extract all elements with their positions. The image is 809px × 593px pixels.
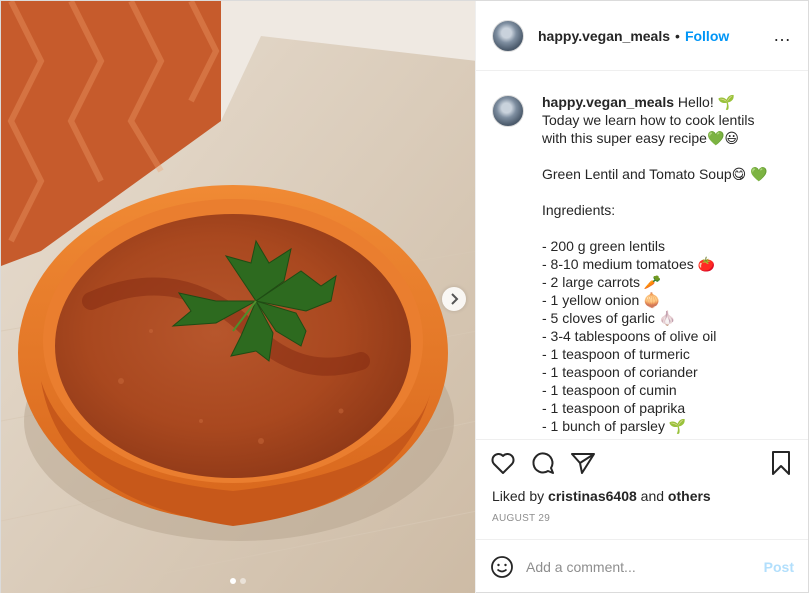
post-panel: happy.vegan_meals • Follow … happy.vegan… bbox=[475, 1, 808, 593]
caption-username-link[interactable]: happy.vegan_meals bbox=[542, 94, 674, 110]
caption-text: Hello! 🌱 bbox=[677, 94, 736, 110]
emoji-icon[interactable] bbox=[490, 555, 514, 579]
caption-line: - 1 yellow onion 🧅 bbox=[542, 292, 661, 308]
caption-line: Ingredients: bbox=[542, 202, 616, 218]
action-bar bbox=[476, 439, 808, 485]
liker-username-link[interactable]: cristinas6408 bbox=[548, 488, 637, 504]
caption-line: Today we learn how to cook lentils bbox=[542, 112, 755, 128]
avatar[interactable] bbox=[492, 19, 524, 52]
comment-icon bbox=[532, 451, 554, 474]
caption-line: happy.vegan_meals Hello! 🌱 bbox=[542, 93, 792, 111]
caption-blank bbox=[542, 183, 792, 201]
paper-plane-icon bbox=[571, 452, 595, 474]
likes-and: and bbox=[640, 488, 665, 504]
caption-line: - 8-10 medium tomatoes 🍅 bbox=[542, 256, 716, 272]
caption-line: - 200 g green lentils bbox=[542, 238, 665, 254]
post-header: happy.vegan_meals • Follow … bbox=[476, 1, 808, 71]
likes-others-link[interactable]: others bbox=[668, 488, 711, 504]
carousel-dot bbox=[240, 578, 246, 584]
caption-body: happy.vegan_meals Hello! 🌱 Today we lear… bbox=[542, 93, 792, 435]
caption-line: - 1 bunch of parsley 🌱 bbox=[542, 418, 687, 434]
caption-line: - 1 teaspoon of paprika bbox=[542, 400, 686, 416]
comment-bar: Post bbox=[476, 539, 808, 593]
follow-button[interactable]: Follow bbox=[685, 28, 729, 44]
carousel-next-button[interactable] bbox=[442, 287, 466, 311]
caption-line: - 3-4 tablespoons of olive oil bbox=[542, 328, 717, 344]
soup-photo bbox=[1, 1, 475, 593]
heart-icon bbox=[491, 452, 515, 474]
caption: happy.vegan_meals Hello! 🌱 Today we lear… bbox=[492, 93, 792, 435]
likes-prefix: Liked by bbox=[492, 488, 545, 504]
post-comment-button[interactable]: Post bbox=[764, 559, 794, 575]
save-button[interactable] bbox=[768, 450, 794, 476]
chevron-right-icon bbox=[451, 293, 459, 305]
caption-line: - 1 teaspoon of coriander bbox=[542, 364, 698, 380]
caption-line: - 5 cloves of garlic 🧄 bbox=[542, 310, 677, 326]
caption-area: happy.vegan_meals Hello! 🌱 Today we lear… bbox=[476, 71, 808, 439]
like-button[interactable] bbox=[490, 450, 516, 476]
caption-line: with this super easy recipe💚😃 bbox=[542, 130, 739, 146]
caption-line: Green Lentil and Tomato Soup😋 💚 bbox=[542, 166, 768, 182]
post-dialog: happy.vegan_meals • Follow … happy.vegan… bbox=[0, 0, 809, 593]
caption-line: - 1 teaspoon of turmeric bbox=[542, 346, 690, 362]
share-button[interactable] bbox=[570, 450, 596, 476]
more-options-icon[interactable]: … bbox=[773, 25, 792, 46]
caption-line: - 2 large carrots 🥕 bbox=[542, 274, 662, 290]
bookmark-icon bbox=[772, 450, 790, 475]
caption-avatar[interactable] bbox=[492, 95, 524, 127]
carousel-dot-active bbox=[230, 578, 236, 584]
username-link[interactable]: happy.vegan_meals bbox=[538, 28, 670, 44]
post-image[interactable] bbox=[1, 1, 475, 593]
comment-button[interactable] bbox=[530, 450, 556, 476]
comment-input[interactable] bbox=[526, 559, 764, 575]
post-date[interactable]: AUGUST 29 bbox=[476, 507, 808, 529]
caption-blank bbox=[542, 219, 792, 237]
caption-blank bbox=[542, 147, 792, 165]
caption-line: - 1 teaspoon of cumin bbox=[542, 382, 677, 398]
separator-dot: • bbox=[675, 27, 680, 44]
carousel-dots bbox=[1, 578, 475, 584]
likes-summary: Liked by cristinas6408 and others bbox=[476, 485, 808, 507]
